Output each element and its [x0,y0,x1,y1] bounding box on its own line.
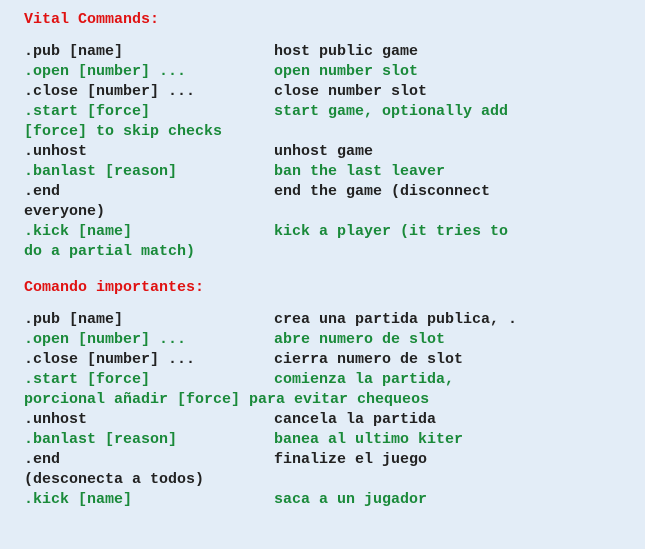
command-row: .pub [name] crea una partida publica, . [24,310,641,330]
command-desc: open number slot [274,62,641,82]
command-text: .kick [name] [24,222,274,242]
command-text: .kick [name] [24,490,274,510]
command-row: .banlast [reason] ban the last leaver [24,162,641,182]
command-continuation: (desconecta a todos) [24,470,641,490]
command-text: .end [24,450,274,470]
section-title-2: Comando importantes: [24,276,641,302]
command-row: .start [force] start game, optionally ad… [24,102,641,122]
command-desc: unhost game [274,142,641,162]
command-row: .close [number] ... close number slot [24,82,641,102]
command-text: .start [force] [24,370,274,390]
command-desc: banea al ultimo kiter [274,430,641,450]
command-continuation: [force] to skip checks [24,122,641,142]
command-desc: saca a un jugador [274,490,641,510]
command-continuation: everyone) [24,202,641,222]
command-row: .kick [name] kick a player (it tries to [24,222,641,242]
command-desc: finalize el juego [274,450,641,470]
command-text: .end [24,182,274,202]
command-text: .close [number] ... [24,350,274,370]
command-row: .kick [name] saca a un jugador [24,490,641,510]
command-block-1: .pub [name] host public game .open [numb… [24,42,641,262]
command-continuation: do a partial match) [24,242,641,262]
command-row: .open [number] ... abre numero de slot [24,330,641,350]
command-text: .pub [name] [24,42,274,62]
command-continuation: porcional añadir [force] para evitar che… [24,390,641,410]
command-row: .open [number] ... open number slot [24,62,641,82]
command-row: .close [number] ... cierra numero de slo… [24,350,641,370]
command-desc: kick a player (it tries to [274,222,641,242]
section-title-1: Vital Commands: [24,8,641,34]
command-text: .pub [name] [24,310,274,330]
command-row: .unhost unhost game [24,142,641,162]
command-desc: end the game (disconnect [274,182,641,202]
command-desc: start game, optionally add [274,102,641,122]
command-row: .pub [name] host public game [24,42,641,62]
command-text: .close [number] ... [24,82,274,102]
command-row: .start [force] comienza la partida, [24,370,641,390]
command-text: .start [force] [24,102,274,122]
command-text: .open [number] ... [24,330,274,350]
command-desc: cancela la partida [274,410,641,430]
command-text: .banlast [reason] [24,162,274,182]
command-desc: comienza la partida, [274,370,641,390]
command-row: .end finalize el juego [24,450,641,470]
command-desc: cierra numero de slot [274,350,641,370]
command-desc: crea una partida publica, . [274,310,641,330]
command-text: .unhost [24,410,274,430]
command-row: .banlast [reason] banea al ultimo kiter [24,430,641,450]
command-desc: close number slot [274,82,641,102]
command-text: .open [number] ... [24,62,274,82]
command-text: .unhost [24,142,274,162]
command-row: .unhost cancela la partida [24,410,641,430]
command-desc: abre numero de slot [274,330,641,350]
command-block-2: .pub [name] crea una partida publica, . … [24,310,641,510]
command-row: .end end the game (disconnect [24,182,641,202]
command-text: .banlast [reason] [24,430,274,450]
command-desc: host public game [274,42,641,62]
command-desc: ban the last leaver [274,162,641,182]
